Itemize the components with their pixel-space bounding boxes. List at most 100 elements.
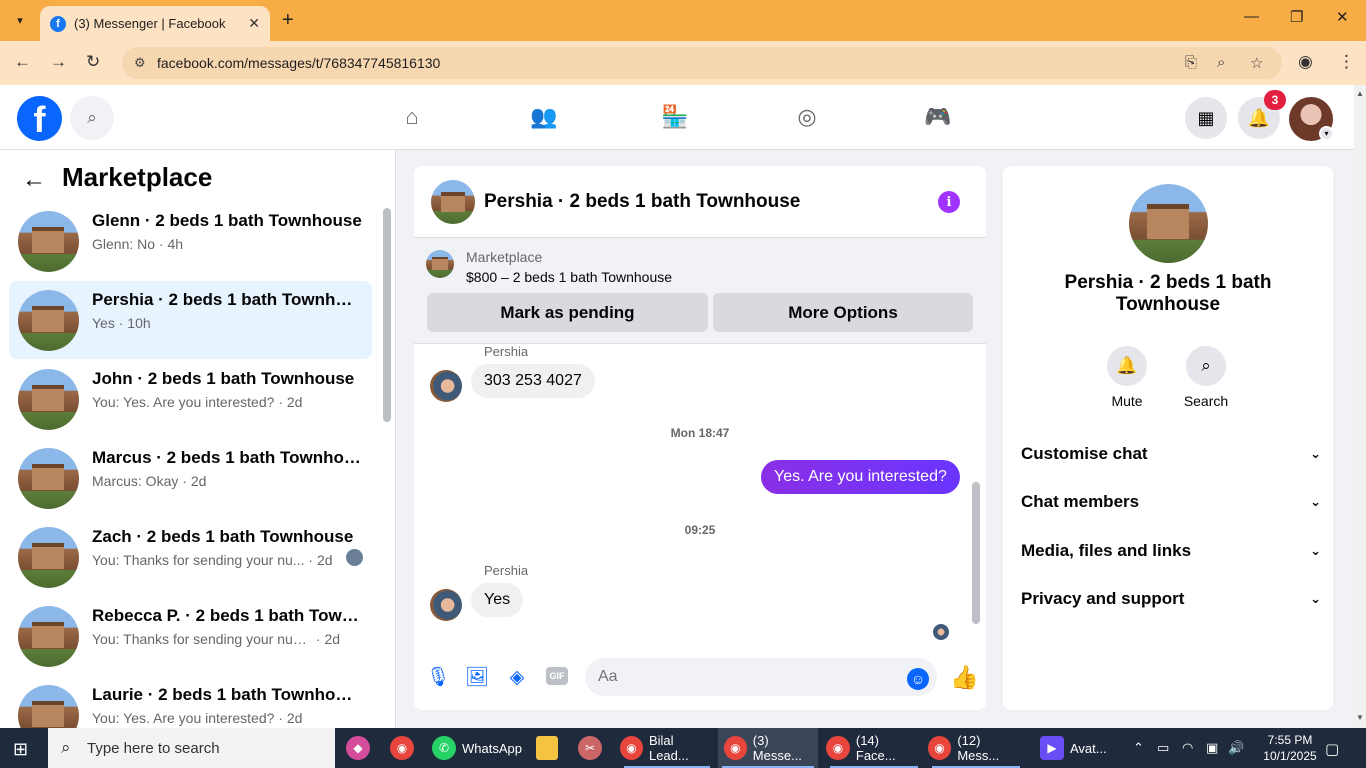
- sender-avatar[interactable]: [430, 370, 462, 402]
- taskbar-search[interactable]: ⌕ Type here to search: [48, 728, 335, 768]
- reload-button[interactable]: ↻: [86, 52, 100, 72]
- media-files-links-row[interactable]: Media, files and links ⌄: [1021, 531, 1321, 571]
- message-input[interactable]: [585, 658, 937, 696]
- zoom-icon[interactable]: ⌕: [1217, 54, 1225, 71]
- chrome-window-facebook[interactable]: ◉ (14) Face...: [826, 728, 922, 768]
- mark-as-pending-button[interactable]: Mark as pending: [427, 293, 708, 332]
- gaming-icon[interactable]: 🎮: [923, 102, 953, 132]
- folder-icon: [536, 736, 558, 760]
- gif-icon[interactable]: GIF: [546, 667, 568, 685]
- chrome-window-messenger-2[interactable]: ◉ (12) Mess...: [928, 728, 1024, 768]
- info-icon[interactable]: i: [938, 191, 960, 213]
- home-icon[interactable]: ⌂: [397, 102, 427, 132]
- browser-menu-icon[interactable]: ⋮: [1338, 52, 1355, 72]
- conversation-thumbnail: [18, 527, 79, 588]
- conversation-list-panel: ← Marketplace Glenn · 2 beds 1 bath Town…: [0, 150, 396, 728]
- install-app-icon[interactable]: ⎘: [1185, 54, 1197, 71]
- notifications-center-icon[interactable]: ▢: [1325, 740, 1339, 758]
- more-options-button[interactable]: More Options: [713, 293, 973, 332]
- minimize-button[interactable]: —: [1244, 8, 1259, 25]
- listing-small-thumbnail[interactable]: [426, 250, 454, 278]
- emoji-icon[interactable]: ☺: [907, 668, 929, 690]
- chrome-window-bilal[interactable]: ◉ Bilal Lead...: [620, 728, 714, 768]
- listing-price-title[interactable]: $800 – 2 beds 1 bath Townhouse: [466, 269, 672, 285]
- conversation-item[interactable]: John · 2 beds 1 bath Townhouse You: Yes. …: [9, 360, 372, 438]
- avatar-app[interactable]: ▶ Avat...: [1040, 728, 1120, 768]
- conversation-item[interactable]: Laurie · 2 beds 1 bath Townhouse You: Yes…: [9, 676, 372, 728]
- chat-scrollbar[interactable]: [972, 482, 980, 624]
- conversation-item[interactable]: Marcus · 2 beds 1 bath Townhouse Marcus: …: [9, 439, 372, 517]
- back-arrow-icon[interactable]: ←: [22, 166, 46, 194]
- conversation-item[interactable]: Pershia · 2 beds 1 bath Townhouse Yes · 1…: [9, 281, 372, 359]
- chrome-icon: ◉: [826, 736, 850, 760]
- chrome-window-messenger[interactable]: ◉ (3) Messe...: [718, 728, 818, 768]
- wifi-icon[interactable]: ◠: [1182, 740, 1193, 756]
- chrome-icon: ◉: [928, 736, 952, 760]
- facebook-logo-icon[interactable]: f: [17, 96, 62, 141]
- chrome-icon: ◉: [620, 736, 643, 760]
- microphone-icon[interactable]: 🎙: [426, 666, 450, 688]
- conversation-name: Pershia · 2 beds 1 bath Townhouse: [92, 290, 362, 309]
- close-window-button[interactable]: ✕: [1336, 8, 1349, 26]
- photo-icon[interactable]: 🖼: [465, 666, 489, 688]
- chat-title[interactable]: Pershia · 2 beds 1 bath Townhouse: [484, 191, 800, 213]
- privacy-support-row[interactable]: Privacy and support ⌄: [1021, 579, 1321, 619]
- marketplace-icon[interactable]: 🏪: [660, 102, 690, 132]
- tab-close-icon[interactable]: ✕: [248, 15, 260, 32]
- conversation-item[interactable]: Rebecca P. · 2 beds 1 bath Townh... You: …: [9, 597, 372, 675]
- windows-start-icon[interactable]: ⊞: [13, 739, 28, 760]
- browser-toolbar: ← → ↻ ⚙ facebook.com/messages/t/76834774…: [0, 41, 1366, 85]
- friends-icon[interactable]: 👥: [529, 102, 559, 132]
- chevron-down-icon[interactable]: ▾: [1319, 126, 1334, 141]
- sticker-icon[interactable]: ◈: [506, 666, 528, 688]
- browser-tab-active[interactable]: f (3) Messenger | Facebook ✕: [40, 6, 270, 41]
- copilot-app[interactable]: ◆: [346, 728, 376, 768]
- address-bar[interactable]: ⚙ facebook.com/messages/t/76834774581613…: [122, 47, 1282, 79]
- site-info-icon[interactable]: ⚙: [134, 55, 146, 71]
- meet-icon[interactable]: ▣: [1206, 740, 1218, 756]
- conversation-name: Rebecca P. · 2 beds 1 bath Townh...: [92, 606, 362, 625]
- tray-overflow-icon[interactable]: ⌃: [1133, 740, 1144, 756]
- notification-badge: 3: [1264, 90, 1286, 110]
- chrome-icon: ◉: [724, 736, 747, 760]
- facebook-search-button[interactable]: ⌕: [70, 96, 114, 140]
- menu-grid-button[interactable]: ▦: [1185, 97, 1227, 139]
- mute-button[interactable]: 🔔 Mute: [1087, 346, 1167, 409]
- page-scrollbar[interactable]: ▲ ▼: [1354, 85, 1366, 728]
- chat-members-row[interactable]: Chat members ⌄: [1021, 482, 1321, 522]
- bookmark-star-icon[interactable]: ☆: [1250, 54, 1263, 72]
- conversation-item[interactable]: Zach · 2 beds 1 bath Townhouse You: Thank…: [9, 518, 372, 596]
- scroll-down-arrow-icon[interactable]: ▼: [1356, 713, 1364, 722]
- new-tab-button[interactable]: +: [282, 9, 294, 32]
- file-explorer-app[interactable]: [536, 728, 564, 768]
- search-button[interactable]: ⌕ Search: [1166, 346, 1246, 409]
- row-label: Chat members: [1021, 492, 1140, 511]
- listing-thumbnail[interactable]: [431, 180, 475, 224]
- like-thumbs-up-icon[interactable]: 👍: [950, 664, 979, 691]
- row-label: Customise chat: [1021, 444, 1148, 463]
- snip-icon: ✂: [578, 736, 602, 760]
- battery-icon[interactable]: ▭: [1157, 740, 1169, 756]
- volume-icon[interactable]: 🔊: [1228, 740, 1244, 756]
- scroll-up-arrow-icon[interactable]: ▲: [1356, 89, 1364, 98]
- snippet-time: 2d: [316, 552, 333, 568]
- clock[interactable]: 7:55 PM 10/1/2025: [1255, 732, 1325, 764]
- tab-search-button[interactable]: ▾: [8, 8, 32, 32]
- chrome-app[interactable]: ◉: [390, 728, 420, 768]
- restore-button[interactable]: ❐: [1290, 8, 1303, 26]
- whatsapp-app[interactable]: ✆ WhatsApp: [432, 728, 524, 768]
- sender-avatar[interactable]: [430, 589, 462, 621]
- groups-icon[interactable]: ◎: [792, 102, 822, 132]
- profile-icon[interactable]: ◉: [1298, 52, 1313, 72]
- listing-large-thumbnail[interactable]: [1129, 184, 1208, 263]
- message-bubble-outgoing[interactable]: Yes. Are you interested?: [761, 460, 960, 494]
- customise-chat-row[interactable]: Customise chat ⌄: [1021, 434, 1321, 474]
- message-bubble-incoming[interactable]: 303 253 4027: [471, 364, 595, 398]
- forward-button[interactable]: →: [50, 52, 67, 72]
- app-label: Avat...: [1070, 740, 1107, 756]
- conversation-item[interactable]: Glenn · 2 beds 1 bath Townhouse Glenn: No…: [9, 202, 372, 280]
- left-scrollbar[interactable]: [383, 208, 391, 422]
- message-bubble-incoming[interactable]: Yes: [471, 583, 524, 617]
- snipping-tool-app[interactable]: ✂: [578, 728, 608, 768]
- back-button[interactable]: ←: [14, 52, 31, 72]
